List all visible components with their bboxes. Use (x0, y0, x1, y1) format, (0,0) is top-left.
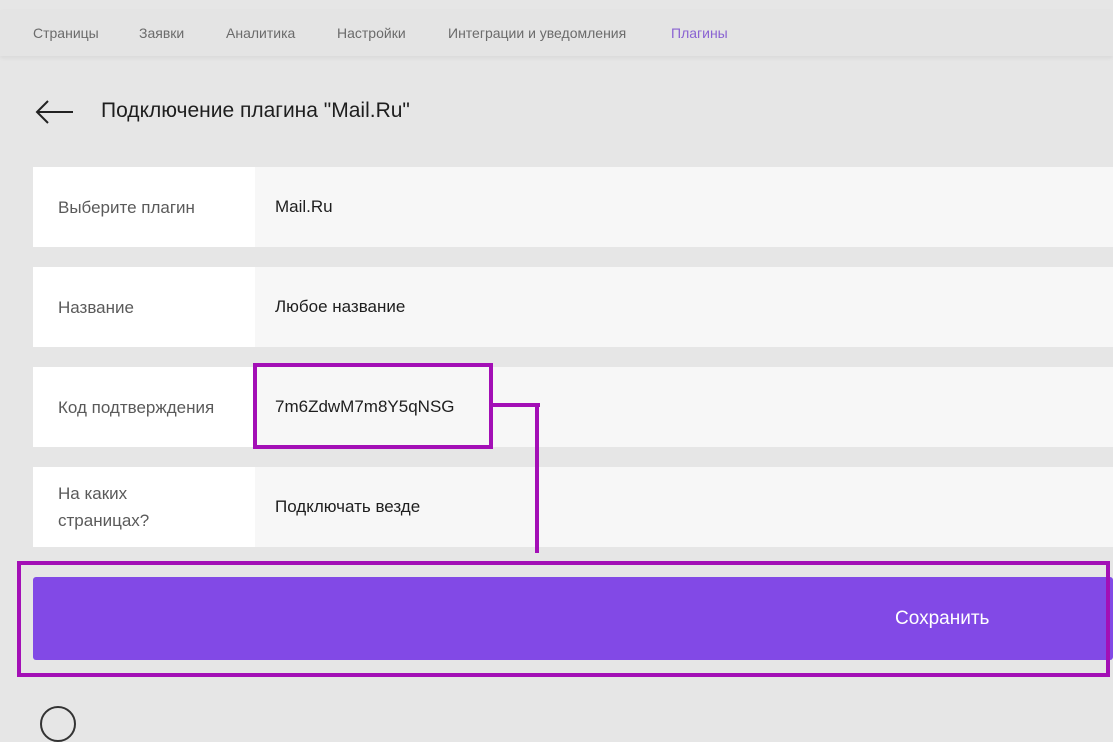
code-label: Код подтверждения (58, 397, 215, 417)
code-row: Код подтверждения 7m6ZdwM7m8Y5qNSG (33, 367, 1113, 447)
name-row: Название Любое название (33, 267, 1113, 347)
verification-code-field[interactable]: 7m6ZdwM7m8Y5qNSG (255, 367, 1113, 447)
pages-label: На каких страницах? (58, 484, 150, 530)
back-button[interactable] (35, 99, 75, 125)
name-label: Название (58, 297, 134, 317)
save-button[interactable]: Сохранить (33, 577, 1113, 660)
arrow-left-icon (35, 100, 73, 124)
tab-requests[interactable]: Заявки (139, 25, 184, 41)
plugin-select[interactable]: Mail.Ru (255, 167, 1113, 247)
save-button-label: Сохранить (895, 608, 990, 629)
pages-row: На каких страницах? Подключать везде (33, 467, 1113, 547)
page-title: Подключение плагина "Mail.Ru" (101, 99, 410, 122)
plugin-row: Выберите плагин Mail.Ru (33, 167, 1113, 247)
plugin-label: Выберите плагин (58, 197, 195, 217)
pages-select[interactable]: Подключать везде (255, 467, 1113, 547)
tab-settings[interactable]: Настройки (337, 25, 406, 41)
partial-circle-icon (40, 706, 76, 742)
tab-integrations[interactable]: Интеграции и уведомления (448, 25, 626, 41)
tab-pages[interactable]: Страницы (33, 25, 99, 41)
tab-plugins[interactable]: Плагины (671, 25, 728, 41)
name-field[interactable]: Любое название (255, 267, 1113, 347)
top-navigation: Страницы Заявки Аналитика Настройки Инте… (0, 10, 1113, 56)
tab-analytics[interactable]: Аналитика (226, 25, 295, 41)
